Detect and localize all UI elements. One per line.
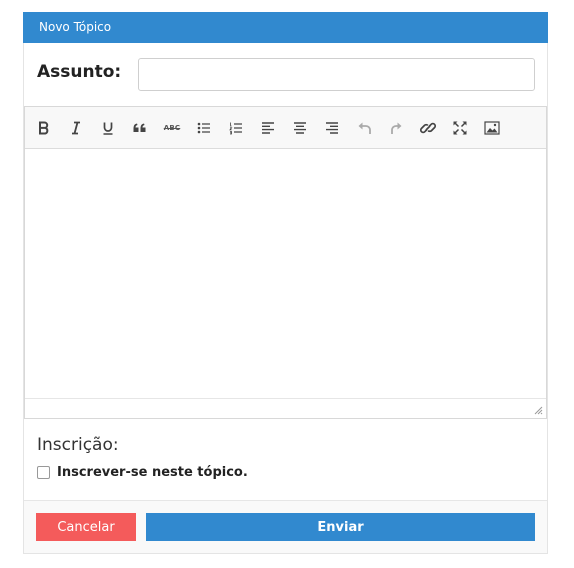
- subscription-heading: Inscrição:: [37, 435, 119, 455]
- align-center-button[interactable]: [289, 117, 311, 139]
- bullet-list-button[interactable]: [193, 117, 215, 139]
- bold-button[interactable]: [33, 117, 55, 139]
- link-icon: [420, 122, 436, 134]
- submit-button[interactable]: Enviar: [146, 513, 535, 541]
- editor-text-area[interactable]: [25, 149, 546, 399]
- fullscreen-button[interactable]: [449, 117, 471, 139]
- underline-button[interactable]: [97, 117, 119, 139]
- strikethrough-icon: ABC: [163, 124, 181, 132]
- undo-button[interactable]: [353, 117, 375, 139]
- redo-button[interactable]: [385, 117, 407, 139]
- strikethrough-button[interactable]: ABC: [161, 117, 183, 139]
- subscribe-option[interactable]: Inscrever-se neste tópico.: [37, 465, 248, 480]
- image-icon: [484, 121, 500, 135]
- numbered-list-button[interactable]: [225, 117, 247, 139]
- editor-statusbar: [25, 398, 546, 418]
- subject-input[interactable]: [138, 58, 535, 91]
- subscribe-checkbox[interactable]: [37, 466, 50, 479]
- bullet-list-icon: [197, 122, 210, 134]
- redo-icon: [391, 122, 402, 134]
- align-right-icon: [326, 122, 338, 134]
- bold-icon: [39, 121, 49, 135]
- image-button[interactable]: [481, 117, 503, 139]
- italic-button[interactable]: [65, 117, 87, 139]
- subscribe-label[interactable]: Inscrever-se neste tópico.: [57, 465, 248, 480]
- editor-toolbar: ABC: [25, 107, 546, 149]
- underline-icon: [103, 122, 113, 135]
- align-right-button[interactable]: [321, 117, 343, 139]
- quote-icon: [133, 123, 146, 132]
- panel-header: Novo Tópico: [23, 12, 548, 43]
- blockquote-button[interactable]: [129, 117, 151, 139]
- resize-handle-icon[interactable]: [534, 406, 543, 415]
- align-left-button[interactable]: [257, 117, 279, 139]
- link-button[interactable]: [417, 117, 439, 139]
- undo-icon: [358, 122, 371, 134]
- align-left-icon: [262, 122, 274, 134]
- cancel-button[interactable]: Cancelar: [36, 513, 136, 541]
- italic-icon: [72, 121, 80, 135]
- fullscreen-icon: [453, 121, 467, 135]
- align-center-icon: [294, 122, 306, 134]
- subject-label: Assunto:: [37, 62, 122, 82]
- numbered-list-icon: [229, 122, 242, 135]
- rich-text-editor: ABC: [24, 106, 547, 419]
